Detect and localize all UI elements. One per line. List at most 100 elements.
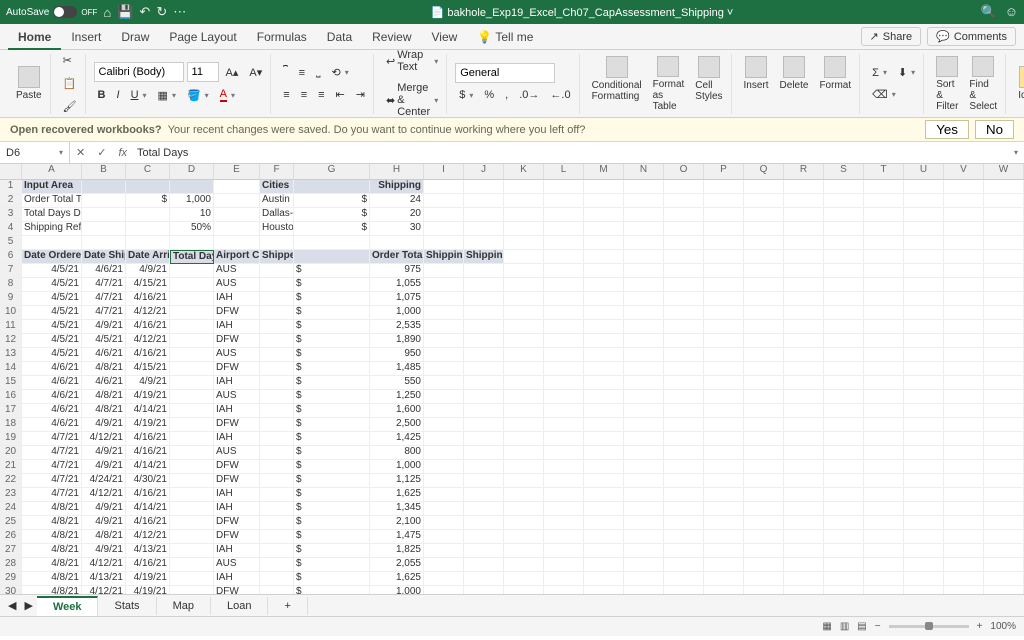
cell[interactable] xyxy=(424,320,464,334)
cell[interactable] xyxy=(504,474,544,488)
cell[interactable] xyxy=(170,278,214,292)
cell[interactable] xyxy=(82,194,126,208)
cell[interactable] xyxy=(984,306,1024,320)
cell[interactable] xyxy=(944,194,984,208)
cell[interactable] xyxy=(704,572,744,586)
cell[interactable]: Shipping Refund xyxy=(464,250,504,264)
cell[interactable] xyxy=(824,432,864,446)
cell[interactable] xyxy=(944,208,984,222)
cell[interactable] xyxy=(784,432,824,446)
cell[interactable]: 4/16/21 xyxy=(126,516,170,530)
sheet-tab-map[interactable]: Map xyxy=(157,597,211,615)
cell[interactable] xyxy=(904,474,944,488)
cell[interactable]: 4/14/21 xyxy=(126,502,170,516)
tab-draw[interactable]: Draw xyxy=(111,24,159,50)
cell[interactable] xyxy=(584,558,624,572)
cell[interactable] xyxy=(704,502,744,516)
decrease-indent-icon[interactable]: ⇤ xyxy=(332,85,349,104)
cell[interactable] xyxy=(704,390,744,404)
column-header[interactable]: S xyxy=(824,164,864,179)
cell[interactable]: 4/8/21 xyxy=(22,530,82,544)
cell[interactable]: DFW xyxy=(214,474,260,488)
cell[interactable] xyxy=(464,404,504,418)
row-header[interactable]: 6 xyxy=(0,250,22,264)
merge-center-button[interactable]: ⬌ Merge & Center▾ xyxy=(382,79,442,121)
cell[interactable]: 4/8/21 xyxy=(22,558,82,572)
cell[interactable] xyxy=(624,558,664,572)
cell[interactable] xyxy=(82,208,126,222)
cell[interactable] xyxy=(744,222,784,236)
formula-input[interactable]: Total Days xyxy=(133,147,1012,159)
cell[interactable]: 2,500 xyxy=(370,418,424,432)
wrap-text-button[interactable]: ↩ Wrap Text▾ xyxy=(382,46,442,76)
cell[interactable] xyxy=(504,348,544,362)
cell[interactable] xyxy=(664,222,704,236)
cell[interactable] xyxy=(944,460,984,474)
cell[interactable] xyxy=(904,306,944,320)
cell[interactable] xyxy=(704,180,744,194)
cell[interactable] xyxy=(260,306,294,320)
cell[interactable] xyxy=(664,236,704,250)
cell[interactable]: 4/8/21 xyxy=(22,544,82,558)
cell[interactable] xyxy=(544,222,584,236)
align-right-icon[interactable]: ≡ xyxy=(314,86,328,104)
cell[interactable] xyxy=(464,208,504,222)
cell[interactable] xyxy=(744,250,784,264)
cell[interactable]: 4/7/21 xyxy=(82,278,126,292)
cell[interactable] xyxy=(784,362,824,376)
cell[interactable] xyxy=(544,502,584,516)
cell[interactable] xyxy=(784,208,824,222)
cell[interactable] xyxy=(904,586,944,594)
cell[interactable] xyxy=(784,460,824,474)
cell[interactable] xyxy=(664,418,704,432)
cell[interactable] xyxy=(984,180,1024,194)
cell[interactable] xyxy=(744,292,784,306)
cell[interactable] xyxy=(624,516,664,530)
cell[interactable]: 30 xyxy=(370,222,424,236)
cell[interactable]: 1,000 xyxy=(370,306,424,320)
autosave-toggle[interactable] xyxy=(53,6,77,18)
cell[interactable] xyxy=(544,334,584,348)
cell[interactable]: 1,250 xyxy=(370,390,424,404)
cell[interactable]: $ xyxy=(294,586,370,594)
cell[interactable] xyxy=(424,474,464,488)
cell[interactable] xyxy=(944,250,984,264)
cell[interactable] xyxy=(824,362,864,376)
cell[interactable] xyxy=(984,474,1024,488)
cell[interactable] xyxy=(744,488,784,502)
cell[interactable] xyxy=(504,292,544,306)
cell[interactable] xyxy=(544,292,584,306)
cell[interactable] xyxy=(984,460,1024,474)
cell[interactable] xyxy=(464,586,504,594)
cell[interactable] xyxy=(504,516,544,530)
cell[interactable] xyxy=(584,194,624,208)
cell[interactable] xyxy=(944,222,984,236)
cell[interactable]: AUS xyxy=(214,390,260,404)
font-select[interactable] xyxy=(94,62,184,82)
cell[interactable]: 4/19/21 xyxy=(126,390,170,404)
cell[interactable] xyxy=(944,348,984,362)
cell[interactable] xyxy=(424,376,464,390)
cell[interactable] xyxy=(624,278,664,292)
cell[interactable]: $ xyxy=(294,292,370,306)
cell[interactable] xyxy=(584,502,624,516)
cell[interactable] xyxy=(624,180,664,194)
cell[interactable]: IAH xyxy=(214,432,260,446)
cell[interactable] xyxy=(464,530,504,544)
cell[interactable] xyxy=(984,348,1024,362)
zoom-slider[interactable] xyxy=(889,625,969,628)
cell[interactable]: IAH xyxy=(214,502,260,516)
cell[interactable] xyxy=(544,404,584,418)
cell[interactable] xyxy=(584,488,624,502)
cell[interactable] xyxy=(904,404,944,418)
cell[interactable] xyxy=(944,320,984,334)
zoom-in-button[interactable]: + xyxy=(977,621,983,632)
cell[interactable] xyxy=(170,516,214,530)
cell[interactable]: AUS xyxy=(214,348,260,362)
cell[interactable] xyxy=(944,558,984,572)
increase-decimal-icon[interactable]: .0→ xyxy=(515,86,543,104)
cell[interactable] xyxy=(624,404,664,418)
cell[interactable] xyxy=(744,404,784,418)
cell[interactable] xyxy=(170,432,214,446)
cell[interactable] xyxy=(584,348,624,362)
